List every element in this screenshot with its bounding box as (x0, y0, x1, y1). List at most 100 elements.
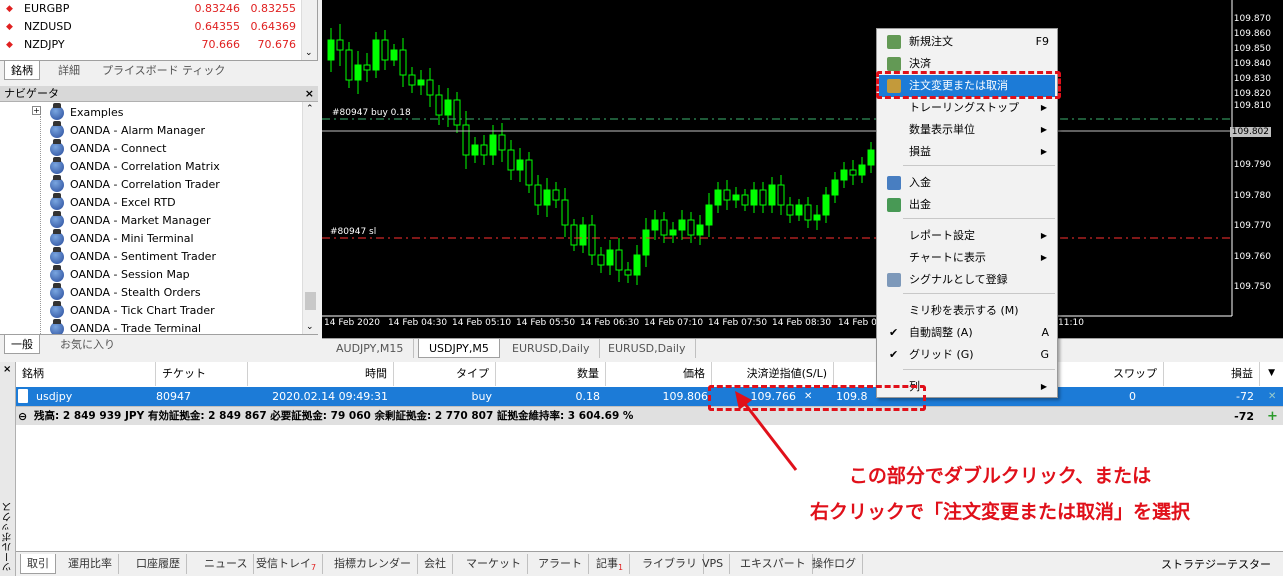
menu-item[interactable]: ✔ グリッド (G) G (879, 344, 1055, 366)
chevron-down-icon[interactable]: ⌄ (306, 322, 314, 332)
column-header[interactable]: 損益 (1164, 362, 1260, 386)
price-chart[interactable]: 109.870 109.860 109.850 109.840 109.830 109.8… (322, 0, 1283, 338)
menu-item[interactable]: トレーリングストップ ▶ (879, 97, 1055, 119)
column-header[interactable]: 銘柄 (16, 362, 156, 386)
symbol-name: EURGBP (24, 2, 70, 15)
tab-details[interactable]: 詳細 (52, 61, 86, 80)
candlestick-chart[interactable] (322, 0, 1283, 338)
column-header[interactable]: スワップ (1054, 362, 1164, 386)
close-icon[interactable]: × (3, 364, 11, 375)
chart-tab[interactable]: EURUSD,Daily (502, 339, 601, 358)
chevron-up-icon[interactable]: ⌃ (306, 104, 314, 114)
column-header[interactable]: 決済逆指値(S/L) (712, 362, 834, 386)
terminal-tab[interactable]: 受信トレイ7 (250, 554, 324, 574)
menu-item-label: 出金 (909, 198, 931, 211)
price-axis-label: 109.840 (1233, 59, 1271, 69)
candle-body (669, 229, 677, 236)
expand-icon[interactable]: + (32, 106, 41, 115)
time-axis-label: 14 Feb 07:10 (644, 318, 704, 328)
terminal-tab[interactable]: 会社 (418, 554, 453, 574)
navigator-item-label: Examples (70, 106, 124, 119)
candle-body (543, 189, 551, 206)
candle-body (426, 79, 434, 96)
bid-price: 0.64355 (194, 20, 241, 33)
candle-body (480, 144, 488, 156)
chevron-down-icon[interactable]: ⌄ (305, 48, 313, 58)
menu-item[interactable]: 損益 ▶ (879, 141, 1055, 163)
tab-price-board[interactable]: プライスボード (96, 61, 185, 80)
column-header[interactable]: 価格 (606, 362, 712, 386)
time-axis-label: 14 Feb 06:30 (580, 318, 640, 328)
chart-tab[interactable]: AUDJPY,M15 (326, 339, 415, 358)
navigator-tree: + Examples OANDA - Alarm Manager OANDA - C… (0, 102, 318, 334)
menu-item[interactable]: ✔ 自動調整 (A) A (879, 322, 1055, 344)
tab-favorites[interactable]: お気に入り (54, 335, 121, 354)
menu-item[interactable]: ミリ秒を表示する (M) (879, 300, 1055, 322)
terminal-tab[interactable]: ニュース (198, 554, 255, 574)
terminal-tab[interactable]: マーケット (460, 554, 528, 574)
collapse-icon[interactable]: ⊖ (18, 407, 27, 426)
trade-row[interactable]: usdjpy 80947 2020.02.14 09:49:31 buy 0.1… (16, 387, 1283, 406)
terminal-tab[interactable]: 記事1 (590, 554, 631, 574)
tab-symbols[interactable]: 銘柄 (4, 61, 40, 80)
chart-tab[interactable]: EURUSD,Daily (598, 339, 697, 358)
withdraw-icon (887, 198, 901, 212)
time-axis-label: 14 Feb 2020 (324, 318, 381, 328)
terminal-tab[interactable]: 取引 (20, 554, 56, 574)
candle-body (660, 219, 668, 236)
market-watch-row[interactable]: ◆ NZDUSD 0.64355 0.64369 (0, 18, 300, 36)
close-order-icon (887, 57, 901, 71)
tab-ticks[interactable]: ティック (176, 61, 231, 80)
menu-item-label: グリッド (G) (909, 348, 974, 361)
menu-item[interactable]: 入金 (879, 172, 1055, 194)
toolbox-side-bar: × ツールボックス (0, 362, 16, 576)
expert-advisor-icon (50, 175, 64, 192)
submenu-arrow-icon: ▶ (1040, 382, 1047, 391)
terminal-tab[interactable]: 口座履歴 (130, 554, 187, 574)
menu-item[interactable]: 新規注文 F9 (879, 31, 1055, 53)
terminal-tab[interactable]: アラート (532, 554, 589, 574)
terminal-tab[interactable]: 指標カレンダー (328, 554, 418, 574)
strategy-tester-tab[interactable]: ストラテジーテスター (1161, 556, 1271, 572)
terminal-tab[interactable]: ライブラリ (636, 554, 704, 574)
navigator-item-label: OANDA - Market Manager (70, 214, 211, 227)
candle-body (363, 64, 371, 71)
menu-item[interactable]: レポート設定 ▶ (879, 225, 1055, 247)
chart-tab-active[interactable]: USDJPY,M5 (418, 339, 500, 358)
market-watch-row[interactable]: ◆ NZDJPY 70.666 70.676 (0, 36, 300, 54)
terminal-tab[interactable]: VPS (696, 554, 731, 574)
time-axis-label: 14 Feb 08:30 (772, 318, 832, 328)
menu-item[interactable]: 数量表示単位 ▶ (879, 119, 1055, 141)
trade-type: buy (471, 390, 492, 403)
terminal-tab[interactable]: エキスパート (734, 554, 813, 574)
expert-advisor-icon (50, 211, 64, 228)
sort-down-icon[interactable]: ▼ (1268, 368, 1275, 378)
column-header[interactable]: 時間 (248, 362, 394, 386)
add-icon[interactable]: + (1267, 407, 1278, 426)
candle-body (732, 194, 740, 201)
column-header[interactable]: チケット (156, 362, 248, 386)
menu-item-label: シグナルとして登録 (909, 273, 1008, 286)
ask-price: 0.83255 (250, 2, 297, 15)
menu-item[interactable]: チャートに表示 ▶ (879, 247, 1055, 269)
price-axis-label: 109.860 (1233, 29, 1271, 39)
market-watch-panel: ◆ EURGBP 0.83246 0.83255 ◆ NZDUSD 0.6435… (0, 0, 318, 80)
close-position-icon[interactable]: ✕ (1268, 387, 1276, 406)
market-watch-row[interactable]: ◆ EURGBP 0.83246 0.83255 (0, 0, 300, 18)
navigator-scrollbar[interactable]: ⌃ ⌄ (302, 102, 318, 334)
close-icon[interactable]: × (305, 86, 314, 102)
market-watch-scrollbar[interactable]: ⌄ (301, 0, 317, 60)
scroll-thumb[interactable] (305, 292, 316, 310)
tab-general[interactable]: 一般 (4, 335, 40, 354)
menu-item[interactable]: シグナルとして登録 (879, 269, 1055, 291)
expert-advisor-icon (50, 265, 64, 282)
menu-separator (903, 293, 1055, 294)
column-header[interactable]: タイプ (394, 362, 496, 386)
toolbox-label: ツールボックス (3, 502, 14, 572)
terminal-tab[interactable]: 操作ログ (806, 554, 863, 574)
terminal-tab[interactable]: 運用比率 (62, 554, 119, 574)
menu-item[interactable]: 出金 (879, 194, 1055, 216)
column-header[interactable]: 数量 (496, 362, 606, 386)
folder-icon (50, 103, 64, 120)
menu-item-label: 自動調整 (A) (909, 326, 973, 339)
